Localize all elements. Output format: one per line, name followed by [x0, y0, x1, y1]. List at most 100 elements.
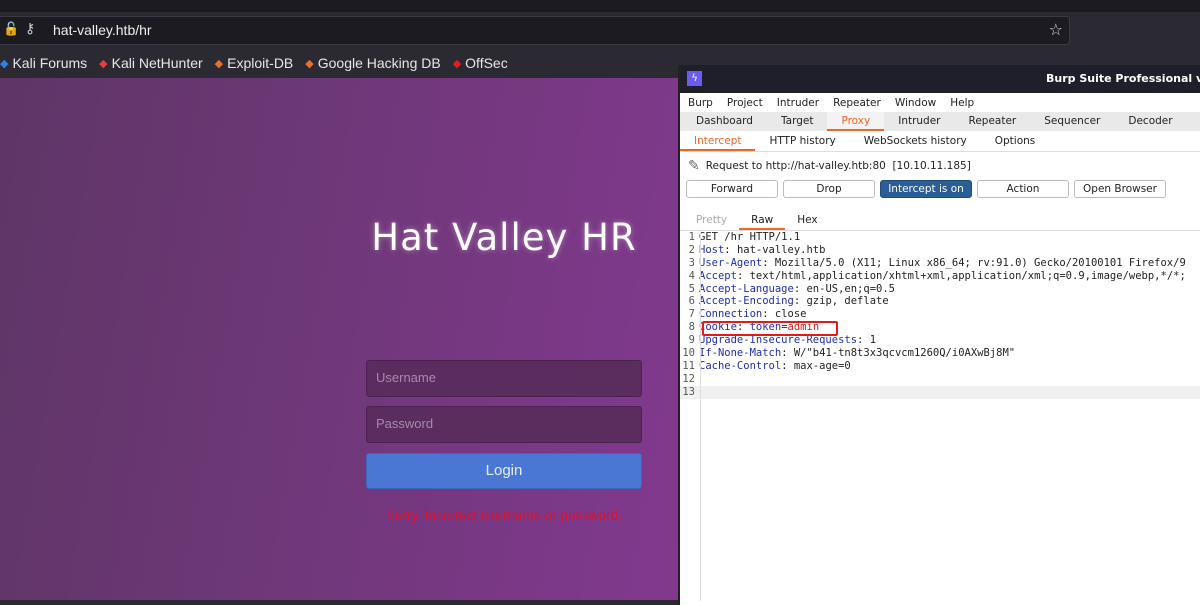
tab-target[interactable]: Target [767, 112, 827, 131]
line-number: 8 [688, 321, 695, 334]
kali-icon: ◆ [0, 57, 9, 70]
header-name: Connection [699, 308, 763, 321]
bookmark-label[interactable]: Google Hacking DB [318, 55, 441, 71]
insecure-lock-icon[interactable]: 🔓 [3, 22, 19, 37]
header-name: If-None-Match [699, 347, 782, 360]
header-value: close [774, 308, 807, 321]
editor-tab-raw[interactable]: Raw [739, 211, 786, 230]
bookmark-google-hacking-db[interactable]: ◆ Google Hacking DB [305, 55, 440, 71]
header-value: max-age=0 [793, 359, 851, 372]
exploitdb-icon: ◆ [214, 57, 224, 70]
header-value: 1 [869, 334, 877, 347]
editor-tabs: Pretty Raw Hex [680, 211, 1200, 231]
request-line: 10 If-None-Match: W/"b41-tn8t3x3qcvcm1260… [680, 347, 1200, 360]
line-number: 9 [688, 334, 695, 347]
bookmark-label[interactable]: Kali NetHunter [112, 55, 203, 71]
line-content: Host: hat-valley.htb [699, 244, 825, 257]
offsec-icon: ◆ [452, 57, 462, 70]
tab-decoder[interactable]: Decoder [1114, 112, 1186, 131]
login-button[interactable]: Login [366, 453, 642, 489]
tab-repeater[interactable]: Repeater [955, 112, 1031, 131]
action-button[interactable]: Action [977, 180, 1069, 198]
subtab-http-history[interactable]: HTTP history [755, 131, 849, 151]
bookmark-kali-nethunter[interactable]: ◆ Kali NetHunter [99, 55, 203, 71]
request-line: 7 Connection: close [680, 308, 1200, 321]
request-info-row: ✎ Request to http://hat-valley.htb:80 [1… [680, 152, 1200, 180]
line-content: Upgrade-Insecure-Requests: 1 [699, 334, 876, 347]
request-line: 11 Cache-Control: max-age=0 [680, 360, 1200, 373]
forward-button[interactable]: Forward [686, 180, 778, 198]
request-line: 9 Upgrade-Insecure-Requests: 1 [680, 334, 1200, 347]
request-editor[interactable]: 1 GET /hr HTTP/1.1 2 Host: hat-valley.htb 3 U… [680, 231, 1200, 601]
subtab-options[interactable]: Options [981, 131, 1050, 151]
drop-button[interactable]: Drop [783, 180, 875, 198]
header-separator: : [781, 359, 794, 372]
url-text[interactable]: hat-valley.htb/hr [53, 22, 152, 38]
line-number: 11 [682, 359, 695, 372]
open-browser-button[interactable]: Open Browser [1074, 180, 1166, 198]
error-message: Sorry, Incorrect username or password. [385, 508, 623, 523]
header-separator: : [793, 295, 807, 308]
menu-bar: Burp Project Intruder Repeater Window Help [680, 93, 1200, 112]
editor-tab-hex[interactable]: Hex [785, 211, 829, 230]
header-separator: : [781, 347, 794, 360]
header-value: en-US,en;q=0.5 [806, 282, 895, 295]
header-separator: : [857, 334, 870, 347]
tab-intruder[interactable]: Intruder [884, 112, 954, 131]
header-name: Accept-Encoding [699, 295, 794, 308]
password-input[interactable]: Password [366, 406, 642, 443]
username-input[interactable]: Username [366, 360, 642, 397]
request-line: 2 Host: hat-valley.htb [680, 244, 1200, 257]
header-separator: : [762, 308, 775, 321]
bookmark-label[interactable]: OffSec [465, 55, 508, 71]
header-separator: : [793, 282, 807, 295]
ghdb-icon: ◆ [305, 57, 314, 70]
menu-project[interactable]: Project [727, 97, 763, 109]
menu-repeater[interactable]: Repeater [833, 97, 881, 109]
main-tabs: Dashboard Target Proxy Intruder Repeater Sequ… [680, 112, 1200, 131]
key-icon[interactable]: ⚷ [25, 21, 35, 37]
header-name: Host [699, 243, 725, 256]
header-name: Accept [699, 269, 737, 282]
bookmark-label[interactable]: Exploit-DB [227, 55, 293, 71]
subtab-websockets-history[interactable]: WebSockets history [850, 131, 981, 151]
bookmark-star-icon[interactable]: ☆ [1049, 20, 1063, 39]
line-content: Connection: close [699, 308, 806, 321]
request-line: 13 [680, 385, 1200, 399]
line-content: If-None-Match: W/"b41-tn8t3x3qcvcm1260Q/… [699, 347, 1015, 360]
bookmark-label[interactable]: Kali Forums [12, 55, 87, 71]
tab-proxy[interactable]: Proxy [827, 112, 885, 131]
menu-window[interactable]: Window [895, 97, 936, 109]
menu-burp[interactable]: Burp [688, 97, 713, 109]
header-name: Accept-Language [699, 282, 794, 295]
bookmark-offsec[interactable]: ◆ OffSec [453, 55, 508, 71]
bookmark-exploit-db[interactable]: ◆ Exploit-DB [215, 55, 294, 71]
line-number: 12 [682, 372, 695, 385]
menu-intruder[interactable]: Intruder [777, 97, 819, 109]
request-info: Request to http://hat-valley.htb:80 [10.… [705, 160, 971, 172]
window-title: Burp Suite Professional v2022. [1046, 72, 1200, 85]
line-number: 13 [682, 385, 695, 398]
line-content: GET /hr HTTP/1.1 [699, 231, 800, 244]
line-number: 7 [688, 308, 695, 321]
line-content: Accept: text/html,application/xhtml+xml,… [699, 270, 1186, 283]
header-separator: : [724, 243, 737, 256]
menu-help[interactable]: Help [950, 97, 974, 109]
url-field[interactable]: 🔓 ⚷ hat-valley.htb/hr ☆ [0, 16, 1070, 45]
header-separator: : [736, 269, 750, 282]
pencil-icon[interactable]: ✎ [688, 158, 700, 174]
subtab-intercept[interactable]: Intercept [680, 131, 756, 151]
line-number: 10 [682, 347, 695, 360]
tab-compar[interactable]: Compar [1187, 112, 1200, 131]
request-line: 1 GET /hr HTTP/1.1 [680, 231, 1200, 244]
bookmark-kali-forums[interactable]: ◆ Kali Forums [0, 55, 87, 71]
header-value: gzip, deflate [806, 295, 889, 308]
line-number: 4 [688, 269, 695, 282]
request-line-text: GET /hr HTTP/1.1 [699, 231, 801, 243]
nethunter-icon: ◆ [99, 57, 108, 70]
intercept-is-on-button[interactable]: Intercept is on [880, 180, 972, 198]
line-number: 3 [688, 256, 695, 269]
tab-dashboard[interactable]: Dashboard [682, 112, 767, 131]
editor-tab-pretty[interactable]: Pretty [684, 211, 739, 230]
tab-sequencer[interactable]: Sequencer [1030, 112, 1114, 131]
